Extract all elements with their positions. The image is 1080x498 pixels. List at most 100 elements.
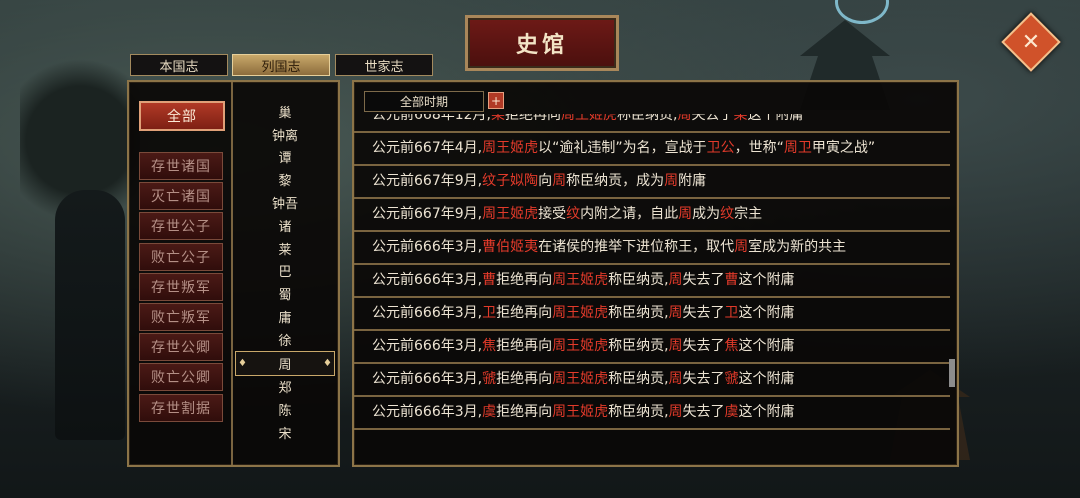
record-text: 在诸侯的推举下进位称王，取代 (538, 239, 735, 255)
record-text: 失去了 (682, 404, 725, 420)
state-item[interactable]: 徐 (235, 328, 335, 351)
category-button[interactable]: 败亡公卿 (139, 363, 223, 392)
record-highlight: 曹伯姬夷 (482, 239, 539, 255)
record-highlight: 虢 (724, 371, 739, 387)
record-highlight: 纹 (720, 206, 735, 222)
record-text: 公元前666年3月, (372, 239, 483, 255)
record-highlight: 周 (734, 239, 749, 255)
record-highlight: 周王姬虎 (552, 305, 609, 321)
panel-divider (231, 82, 233, 465)
state-item[interactable]: 宋 (235, 421, 335, 444)
category-button[interactable]: 存世叛军 (139, 272, 223, 301)
record-highlight: 卫公 (706, 140, 735, 156)
close-button[interactable]: ✕ (1001, 12, 1061, 72)
record-row: 公元前666年3月,焦拒绝再向周王姬虎称臣纳贡,周失去了焦这个附庸 (354, 331, 950, 364)
record-highlight: 周王姬虎 (482, 206, 539, 222)
state-item[interactable]: 陈 (235, 398, 335, 421)
state-item[interactable]: 巢 (235, 100, 335, 123)
record-highlight: 梁 (491, 114, 505, 123)
record-text: 这个附庸 (738, 338, 795, 354)
record-text: 公元前668年12月, (372, 114, 491, 123)
state-item[interactable]: 巴 (235, 260, 335, 283)
record-text: 拒绝再向 (505, 114, 561, 123)
record-highlight: 曹 (724, 272, 739, 288)
record-text: 拒绝再向 (496, 272, 553, 288)
record-highlight: 焦 (724, 338, 739, 354)
record-text: 称臣纳贡, (608, 338, 669, 354)
record-highlight: 卫 (482, 305, 497, 321)
record-highlight: 虢 (482, 371, 497, 387)
category-button[interactable]: 存世割据 (139, 393, 223, 422)
state-item[interactable]: 谭 (235, 146, 335, 169)
record-row: 公元前666年3月,虢拒绝再向周王姬虎称臣纳贡,周失去了虢这个附庸 (354, 364, 950, 397)
record-text: 室成为新的共主 (748, 239, 847, 255)
category-button[interactable]: 全部 (139, 101, 225, 131)
record-highlight: 周王姬虎 (561, 114, 617, 123)
state-item[interactable]: 钟离 (235, 123, 335, 146)
record-text: 拒绝再向 (496, 404, 553, 420)
record-text: 拒绝再向 (496, 371, 553, 387)
category-button[interactable]: 存世公子 (139, 212, 223, 241)
record-highlight: 纹 (566, 206, 581, 222)
records-scrollbar[interactable] (949, 359, 955, 387)
tab-1[interactable]: 列国志 (232, 54, 330, 76)
record-text: 称臣纳贡, (608, 305, 669, 321)
record-text: 称臣纳贡, (617, 114, 678, 123)
record-text: 失去了 (682, 371, 725, 387)
record-highlight: 周 (668, 305, 683, 321)
record-row: 公元前666年3月,曹拒绝再向周王姬虎称臣纳贡,周失去了曹这个附庸 (354, 265, 950, 298)
state-item[interactable]: 黎 (235, 168, 335, 191)
records-list[interactable]: 公元前668年12月,梁拒绝再向周王姬虎称臣纳贡,周失去了梁这个附庸 公元前667… (354, 114, 950, 462)
record-text: 这个附庸 (738, 404, 795, 420)
record-highlight: 周王姬虎 (482, 140, 539, 156)
state-item[interactable]: 周 (235, 350, 335, 376)
record-highlight: 纹子姒陶 (482, 173, 539, 189)
record-highlight: 卫 (724, 305, 739, 321)
record-text: 失去了 (682, 338, 725, 354)
record-text: 失去了 (682, 272, 725, 288)
category-button[interactable]: 败亡公子 (139, 242, 223, 271)
record-text: 失去了 (691, 114, 734, 123)
record-text: 这个附庸 (747, 114, 804, 123)
record-text: 这个附庸 (738, 305, 795, 321)
category-button[interactable]: 灭亡诸国 (139, 182, 223, 211)
category-button[interactable]: 存世诸国 (139, 152, 223, 180)
category-button[interactable]: 败亡叛军 (139, 303, 223, 331)
ring-decoration (835, 0, 889, 24)
state-item[interactable]: 钟吾 (235, 191, 335, 214)
record-row: 公元前668年12月,梁拒绝再向周王姬虎称臣纳贡,周失去了梁这个附庸 (354, 114, 950, 133)
record-text: 公元前666年3月, (372, 404, 483, 420)
tab-2[interactable]: 世家志 (335, 54, 433, 76)
state-item[interactable]: 郑 (235, 376, 335, 399)
background-figure-silhouette (55, 190, 125, 440)
state-item[interactable]: 诸 (235, 214, 335, 237)
record-text: 公元前667年9月, (372, 206, 483, 222)
record-text: 公元前667年9月, (372, 173, 483, 189)
record-row: 公元前666年3月,卫拒绝再向周王姬虎称臣纳贡,周失去了卫这个附庸 (354, 298, 950, 331)
record-highlight: 周 (677, 114, 692, 123)
era-filter-select[interactable]: 全部时期 (364, 91, 484, 112)
state-item[interactable]: 蜀 (235, 282, 335, 305)
state-item[interactable]: 莱 (235, 237, 335, 260)
era-filter-plus-button[interactable]: + (488, 92, 504, 109)
record-highlight: 周 (668, 371, 683, 387)
left-panel: 全部存世诸国 灭亡诸国 存世公子 败亡公子 存世叛军 败亡叛军 存世公卿 败亡公卿 存世割据 巢… (127, 80, 340, 467)
record-text: 接受 (538, 206, 567, 222)
record-text: 成为 (692, 206, 721, 222)
record-row: 公元前667年9月,纹子姒陶向周称臣纳贡，成为周附庸 (354, 166, 950, 199)
close-icon: ✕ (1021, 29, 1041, 55)
record-text: 公元前666年3月, (372, 371, 483, 387)
tab-0[interactable]: 本国志 (130, 54, 228, 76)
record-highlight: 周 (668, 272, 683, 288)
record-text: 称臣纳贡, (608, 371, 669, 387)
category-button[interactable]: 存世公卿 (139, 333, 223, 362)
record-text: 公元前666年3月, (372, 338, 483, 354)
record-row: 公元前667年9月,周王姬虎接受纹内附之请，自此周成为纹宗主 (354, 199, 950, 232)
record-highlight: 周 (552, 173, 567, 189)
record-text: 公元前667年4月, (372, 140, 483, 156)
state-item[interactable]: 庸 (235, 305, 335, 328)
record-text: 向 (538, 173, 553, 189)
record-text: 附庸 (678, 173, 707, 189)
record-highlight: 周王姬虎 (552, 272, 609, 288)
record-text: 称臣纳贡, (608, 404, 669, 420)
